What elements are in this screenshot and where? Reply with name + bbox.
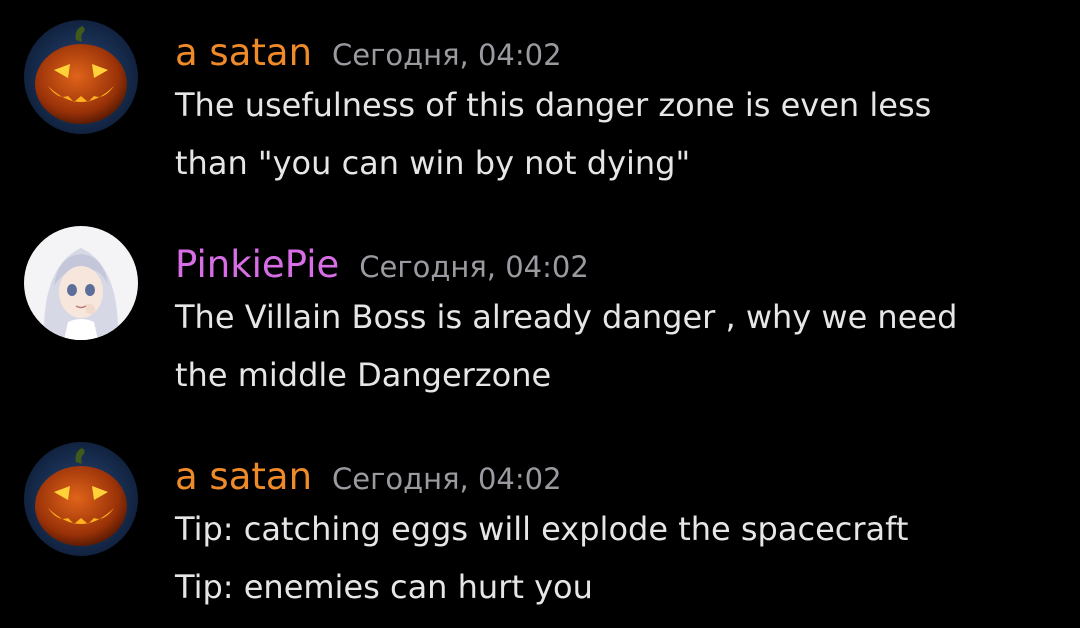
message-timestamp: Сегодня, 04:02	[332, 462, 562, 496]
message-header: PinkiePie Сегодня, 04:02	[175, 242, 1060, 288]
author-name[interactable]: a satan	[175, 454, 312, 500]
message-header: a satan Сегодня, 04:02	[175, 30, 1060, 76]
message-line: than "you can win by not dying"	[175, 144, 691, 182]
anime-girl-avatar[interactable]	[24, 226, 138, 340]
author-name[interactable]: a satan	[175, 30, 312, 76]
message-content: a satan Сегодня, 04:02 The usefulness of…	[175, 30, 1060, 192]
message-line: The Villain Boss is already danger , why…	[175, 298, 958, 336]
message-content: PinkiePie Сегодня, 04:02 The Villain Bos…	[175, 242, 1060, 404]
message-content: a satan Сегодня, 04:02 Tip: catching egg…	[175, 454, 1060, 616]
message-line: The usefulness of this danger zone is ev…	[175, 86, 932, 124]
message-line: the middle Dangerzone	[175, 356, 552, 394]
author-name[interactable]: PinkiePie	[175, 242, 339, 288]
message-timestamp: Сегодня, 04:02	[332, 38, 562, 72]
jack-o-lantern-avatar[interactable]	[24, 20, 138, 134]
jack-o-lantern-avatar[interactable]	[24, 442, 138, 556]
message-header: a satan Сегодня, 04:02	[175, 454, 1060, 500]
message-timestamp: Сегодня, 04:02	[359, 250, 589, 284]
message-line: Tip: enemies can hurt you	[175, 568, 593, 606]
message-line: Tip: catching eggs will explode the spac…	[175, 510, 909, 548]
